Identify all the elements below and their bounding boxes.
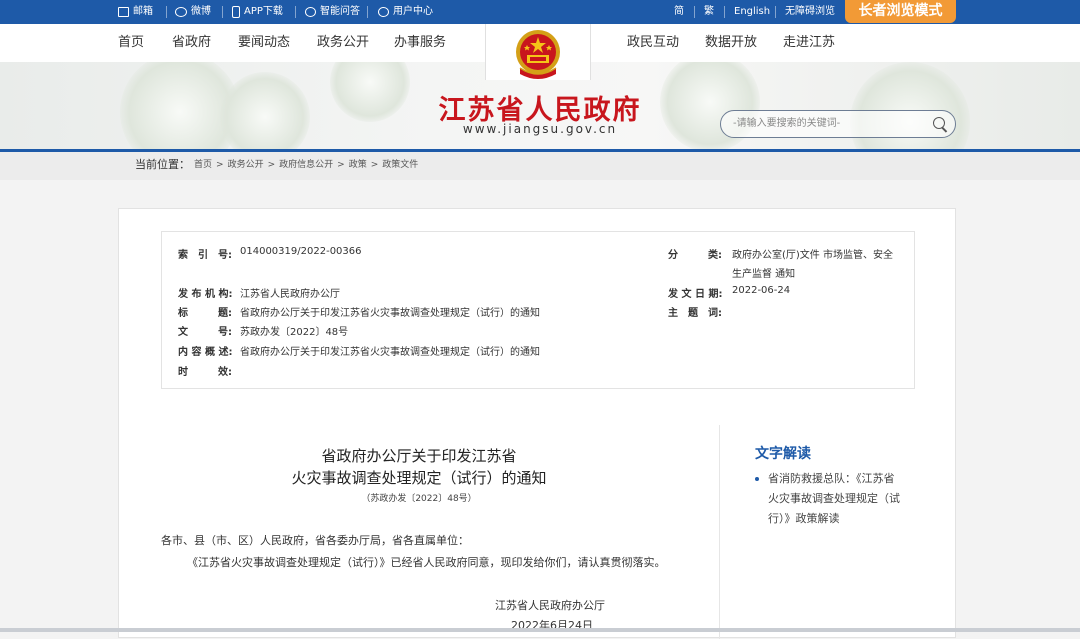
document-signature: 江苏省人民政府办公厅 xyxy=(495,599,605,612)
elder-mode-button[interactable]: 长者浏览模式 xyxy=(845,0,956,23)
breadcrumb-info-disclosure[interactable]: 政府信息公开 xyxy=(279,160,333,170)
weibo-label: 微博 xyxy=(191,6,211,17)
document-title-line2: 火灾事故调查处理规定（试行）的通知 xyxy=(291,469,547,487)
main-nav: 首页 省政府 要闻动态 政务公开 办事服务 政民互动 数据开放 走进江苏 xyxy=(0,24,1080,80)
interpretation-link-line3: 行）》政策解读 xyxy=(768,512,840,525)
document-number: （苏政办发〔2022〕48号） xyxy=(361,494,477,504)
validity-label: 时 效: xyxy=(178,367,232,378)
nav-services[interactable]: 办事服务 xyxy=(394,24,446,62)
interpretation-link-line2: 火灾事故调查处理规定（试 xyxy=(768,492,900,505)
index-value: 014000319/2022-00366 xyxy=(240,246,362,257)
search-icon[interactable] xyxy=(933,117,945,129)
nav-about-jiangsu[interactable]: 走进江苏 xyxy=(783,24,835,62)
document-metadata-table: 索 引 号: 014000319/2022-00366 分 类: 政府办公室(厅… xyxy=(161,231,915,389)
index-label: 索 引 号: xyxy=(178,250,232,261)
divider xyxy=(694,6,695,18)
document-title-line1: 省政府办公厅关于印发江苏省 xyxy=(321,447,517,465)
bullet-icon xyxy=(755,477,759,481)
divider xyxy=(775,6,776,18)
subject-label: 主 题 词: xyxy=(668,308,722,319)
date-value: 2022-06-24 xyxy=(732,285,791,296)
divider xyxy=(222,6,223,18)
weibo-icon xyxy=(175,7,187,17)
category-label: 分 类: xyxy=(668,250,722,261)
user-center-label: 用户中心 xyxy=(393,6,433,17)
simplified-chinese-link[interactable]: 简 xyxy=(674,0,684,24)
nav-provincial-government[interactable]: 省政府 xyxy=(172,24,211,62)
category-value-line1: 政府办公室(厅)文件 市场监管、安全 xyxy=(732,250,893,261)
breadcrumb-separator: > xyxy=(267,160,276,170)
publisher-label: 发 布 机 构: xyxy=(178,289,233,300)
app-download-link[interactable]: APP下载 xyxy=(232,0,283,24)
interpretation-link[interactable]: 省消防救援总队：《江苏省 火灾事故调查处理规定（试 行）》政策解读 xyxy=(755,469,915,529)
title-value: 省政府办公厅关于印发江苏省火灾事故调查处理规定（试行）的通知 xyxy=(240,308,540,319)
search-input[interactable]: -请输入要搜索的关键词- xyxy=(733,111,840,137)
mail-label: 邮箱 xyxy=(133,6,153,17)
app-download-label: APP下载 xyxy=(244,6,283,17)
breadcrumb-policy[interactable]: 政策 xyxy=(349,160,367,170)
emblem-container xyxy=(485,24,591,80)
weibo-link[interactable]: 微博 xyxy=(175,0,211,24)
national-emblem-icon xyxy=(516,30,560,79)
document-salutation: 各市、县（市、区）人民政府，省各委办厅局，省各直属单位： xyxy=(161,534,469,547)
breadcrumb-home[interactable]: 首页 xyxy=(194,160,212,170)
interpretation-link-line1: 省消防救援总队：《江苏省 xyxy=(768,472,895,485)
user-icon xyxy=(378,7,389,17)
nav-interaction[interactable]: 政民互动 xyxy=(627,24,679,62)
user-center-link[interactable]: 用户中心 xyxy=(378,0,433,24)
breadcrumb-separator: > xyxy=(337,160,345,170)
summary-value: 省政府办公厅关于印发江苏省火灾事故调查处理规定（试行）的通知 xyxy=(240,347,540,358)
search-box[interactable]: -请输入要搜索的关键词- xyxy=(720,110,956,138)
document-body: 《江苏省火灾事故调查处理规定（试行）》已经省人民政府同意，现印发给你们，请认真贯… xyxy=(187,556,666,569)
breadcrumb-separator: > xyxy=(370,160,379,170)
breadcrumb-government-affairs[interactable]: 政务公开 xyxy=(228,160,264,170)
summary-label: 内 容 概 述: xyxy=(178,347,233,358)
divider xyxy=(724,6,725,18)
divider xyxy=(295,6,296,18)
category-value-line2: 生产监督 通知 xyxy=(732,269,796,280)
phone-icon xyxy=(232,6,240,18)
content-sidebar-divider xyxy=(719,425,720,639)
breadcrumb: 当前位置： 首页 > 政务公开 > 政府信息公开 > 政策 > 政策文件 xyxy=(0,152,1080,180)
smart-qa-link[interactable]: 智能问答 xyxy=(305,0,360,24)
top-utility-bar: 邮箱 微博 APP下载 智能问答 用户中心 简 繁 English 无障碍浏览 … xyxy=(0,0,1080,24)
traditional-chinese-link[interactable]: 繁 xyxy=(704,0,714,24)
doc-number-value: 苏政办发〔2022〕48号 xyxy=(240,327,349,338)
nav-open-data[interactable]: 数据开放 xyxy=(705,24,757,62)
divider xyxy=(367,6,368,18)
date-label: 发 文 日 期: xyxy=(668,289,723,300)
content-card: 索 引 号: 014000319/2022-00366 分 类: 政府办公室(厅… xyxy=(118,208,956,639)
chat-icon xyxy=(305,7,316,17)
english-link[interactable]: English xyxy=(734,0,770,24)
accessibility-link[interactable]: 无障碍浏览 xyxy=(785,0,835,24)
breadcrumb-policy-documents[interactable]: 政策文件 xyxy=(382,160,418,170)
breadcrumb-path: 首页 > 政务公开 > 政府信息公开 > 政策 > 政策文件 xyxy=(194,152,418,178)
window-bottom-edge xyxy=(0,628,1080,632)
nav-government-affairs[interactable]: 政务公开 xyxy=(317,24,369,62)
nav-home[interactable]: 首页 xyxy=(118,24,144,62)
divider xyxy=(166,6,167,18)
smart-qa-label: 智能问答 xyxy=(320,6,360,17)
nav-news[interactable]: 要闻动态 xyxy=(238,24,290,62)
breadcrumb-label: 当前位置： xyxy=(135,158,190,171)
publisher-value: 江苏省人民政府办公厅 xyxy=(240,289,340,300)
breadcrumb-separator: > xyxy=(216,160,224,170)
mail-icon xyxy=(118,7,129,17)
doc-number-label: 文 号: xyxy=(178,327,232,338)
interpretation-title: 文字解读 xyxy=(755,446,811,462)
title-label: 标 题: xyxy=(178,308,232,319)
mail-link[interactable]: 邮箱 xyxy=(118,0,153,24)
